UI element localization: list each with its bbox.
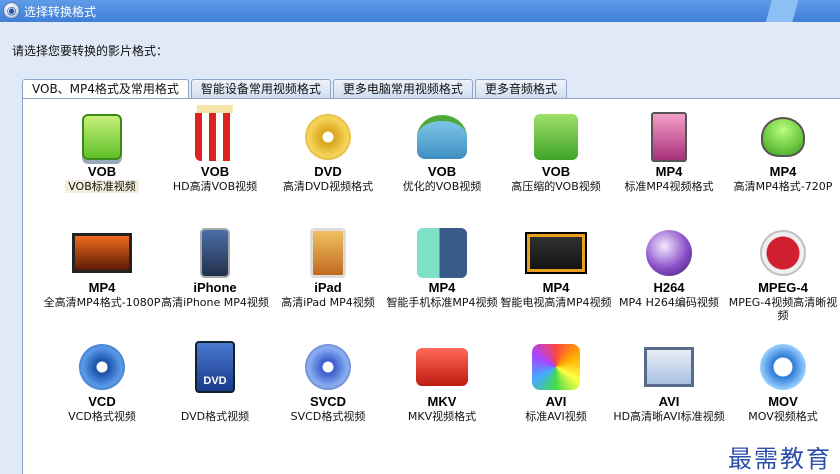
green-alien-icon: [752, 111, 814, 163]
format-item[interactable]: MPEG-4 MPEG-4视频高清晰视频: [724, 227, 840, 339]
format-badge: iPad: [314, 280, 342, 295]
titlebar-decoration: [740, 0, 840, 22]
format-badge: MP4: [655, 164, 683, 179]
svcd-disc-icon: [297, 341, 359, 393]
film-strip-icon: [752, 227, 814, 279]
format-badge: MPEG-4: [758, 280, 808, 295]
window-title: 选择转换格式: [24, 4, 97, 19]
format-caption: 高清DVD视频格式: [282, 180, 374, 193]
format-item[interactable]: VOB 优化的VOB视频: [383, 111, 501, 223]
format-item[interactable]: iPhone 高清iPhone MP4视频: [156, 227, 274, 339]
format-badge: VOB: [427, 164, 457, 179]
format-item[interactable]: MP4 智能手机标准MP4视频: [383, 227, 501, 339]
format-item[interactable]: MKV MKV视频格式: [383, 341, 501, 453]
blue-vcd-disc-icon: [71, 341, 133, 393]
format-item[interactable]: VOB 高压缩的VOB视频: [497, 111, 615, 223]
app-logo-icon: ◉: [3, 2, 20, 19]
red-play-icon: [411, 341, 473, 393]
format-item[interactable]: VOB VOB标准视频: [43, 111, 161, 223]
format-caption: 标准AVI视频: [525, 410, 587, 423]
format-badge: MP4: [428, 280, 456, 295]
format-badge: iPhone: [193, 280, 237, 295]
format-caption: 高清iPad MP4视频: [281, 296, 375, 309]
format-item[interactable]: DVD 高清DVD视频格式: [269, 111, 387, 223]
dvd-case-label: DVD: [195, 341, 235, 393]
green-drive-icon: [71, 111, 133, 163]
format-caption: MOV视频格式: [748, 410, 818, 423]
format-tabs: VOB、MP4格式及常用格式 智能设备常用视频格式 更多电脑常用视频格式 更多音…: [22, 79, 567, 100]
format-item[interactable]: MP4 智能电视高清MP4视频: [497, 227, 615, 339]
widescreen-tv-icon: [71, 227, 133, 279]
gold-dvd-disc-icon: [297, 111, 359, 163]
gift-box-icon: [411, 111, 473, 163]
format-item[interactable]: MP4 高清MP4格式-720P: [724, 111, 840, 223]
popcorn-icon: [184, 111, 246, 163]
format-badge: AVI: [545, 394, 567, 409]
iphone-icon: [184, 227, 246, 279]
format-caption: 智能手机标准MP4视频: [386, 296, 498, 309]
format-item[interactable]: MP4 全高清MP4格式-1080P: [43, 227, 161, 339]
window-titlebar[interactable]: ◉ 选择转换格式: [0, 0, 840, 22]
format-badge: MOV: [768, 394, 798, 409]
format-caption: 高清MP4格式-720P: [733, 180, 833, 193]
format-item[interactable]: DVD DVD格式视频: [156, 341, 274, 453]
format-caption: 标准MP4视频格式: [624, 180, 714, 193]
format-badge: VOB: [87, 164, 117, 179]
format-badge: AVI: [658, 394, 680, 409]
format-item[interactable]: H264 MP4 H264编码视频: [610, 227, 728, 339]
smart-tv-icon: [525, 227, 587, 279]
format-badge: SVCD: [309, 394, 347, 409]
format-item[interactable]: AVI 标准AVI视频: [497, 341, 615, 453]
format-caption: HD高清VOB视频: [172, 180, 258, 193]
format-caption: SVCD格式视频: [290, 410, 366, 423]
format-caption: MKV视频格式: [407, 410, 477, 423]
quicktime-icon: [752, 341, 814, 393]
tab-audio[interactable]: 更多音频格式: [474, 79, 567, 99]
format-badge: VCD: [88, 394, 116, 409]
format-item[interactable]: SVCD SVCD格式视频: [269, 341, 387, 453]
format-item[interactable]: VCD VCD格式视频: [43, 341, 161, 453]
format-grid: VOB VOB标准视频 VOB HD高清VOB视频 DVD 高清DVD视频格式 VOB 优化的…: [43, 111, 838, 474]
format-badge: MP4: [88, 280, 116, 295]
format-caption: VOB标准视频: [65, 180, 139, 193]
format-item[interactable]: MOV MOV视频格式: [724, 341, 840, 453]
format-caption: HD高清晰AVI标准视频: [613, 410, 725, 423]
format-badge: VOB: [541, 164, 571, 179]
format-badge: DVD: [314, 164, 342, 179]
monitor-icon: [638, 341, 700, 393]
format-badge: MP4: [769, 164, 797, 179]
ipad-icon: [297, 227, 359, 279]
photos-icon: [525, 341, 587, 393]
format-prompt: 请选择您要转换的影片格式：: [12, 44, 169, 58]
format-caption: 智能电视高清MP4视频: [500, 296, 612, 309]
format-badge: MP4: [542, 280, 570, 295]
format-badge: VOB: [200, 164, 230, 179]
format-caption: 优化的VOB视频: [402, 180, 482, 193]
format-item[interactable]: MP4 标准MP4视频格式: [610, 111, 728, 223]
format-badge: MKV: [427, 394, 457, 409]
green-disc-box-icon: [525, 111, 587, 163]
format-caption: 高清iPhone MP4视频: [161, 296, 269, 309]
format-caption: DVD格式视频: [180, 410, 250, 423]
format-item[interactable]: iPad 高清iPad MP4视频: [269, 227, 387, 339]
format-item[interactable]: AVI HD高清晰AVI标准视频: [610, 341, 728, 453]
format-caption: VCD格式视频: [68, 410, 136, 423]
format-item[interactable]: VOB HD高清VOB视频: [156, 111, 274, 223]
watermark-text: 最需教育: [728, 439, 832, 474]
format-caption: MPEG-4视频高清晰视频: [728, 296, 838, 322]
dvd-case-icon: DVD: [184, 341, 246, 393]
format-caption: MP4 H264编码视频: [619, 296, 719, 309]
format-badge: H264: [653, 280, 685, 295]
format-panel: VOB VOB标准视频 VOB HD高清VOB视频 DVD 高清DVD视频格式 VOB 优化的…: [22, 98, 840, 474]
tab-smart-devices[interactable]: 智能设备常用视频格式: [190, 79, 331, 99]
format-caption: 全高清MP4格式-1080P: [43, 296, 161, 309]
purple-sphere-icon: [638, 227, 700, 279]
tab-vob-mp4-common[interactable]: VOB、MP4格式及常用格式: [22, 79, 189, 100]
format-caption: 高压缩的VOB视频: [511, 180, 601, 193]
smartphone-icon: [411, 227, 473, 279]
tab-pc-video[interactable]: 更多电脑常用视频格式: [332, 79, 473, 99]
mp4-player-icon: [638, 111, 700, 163]
